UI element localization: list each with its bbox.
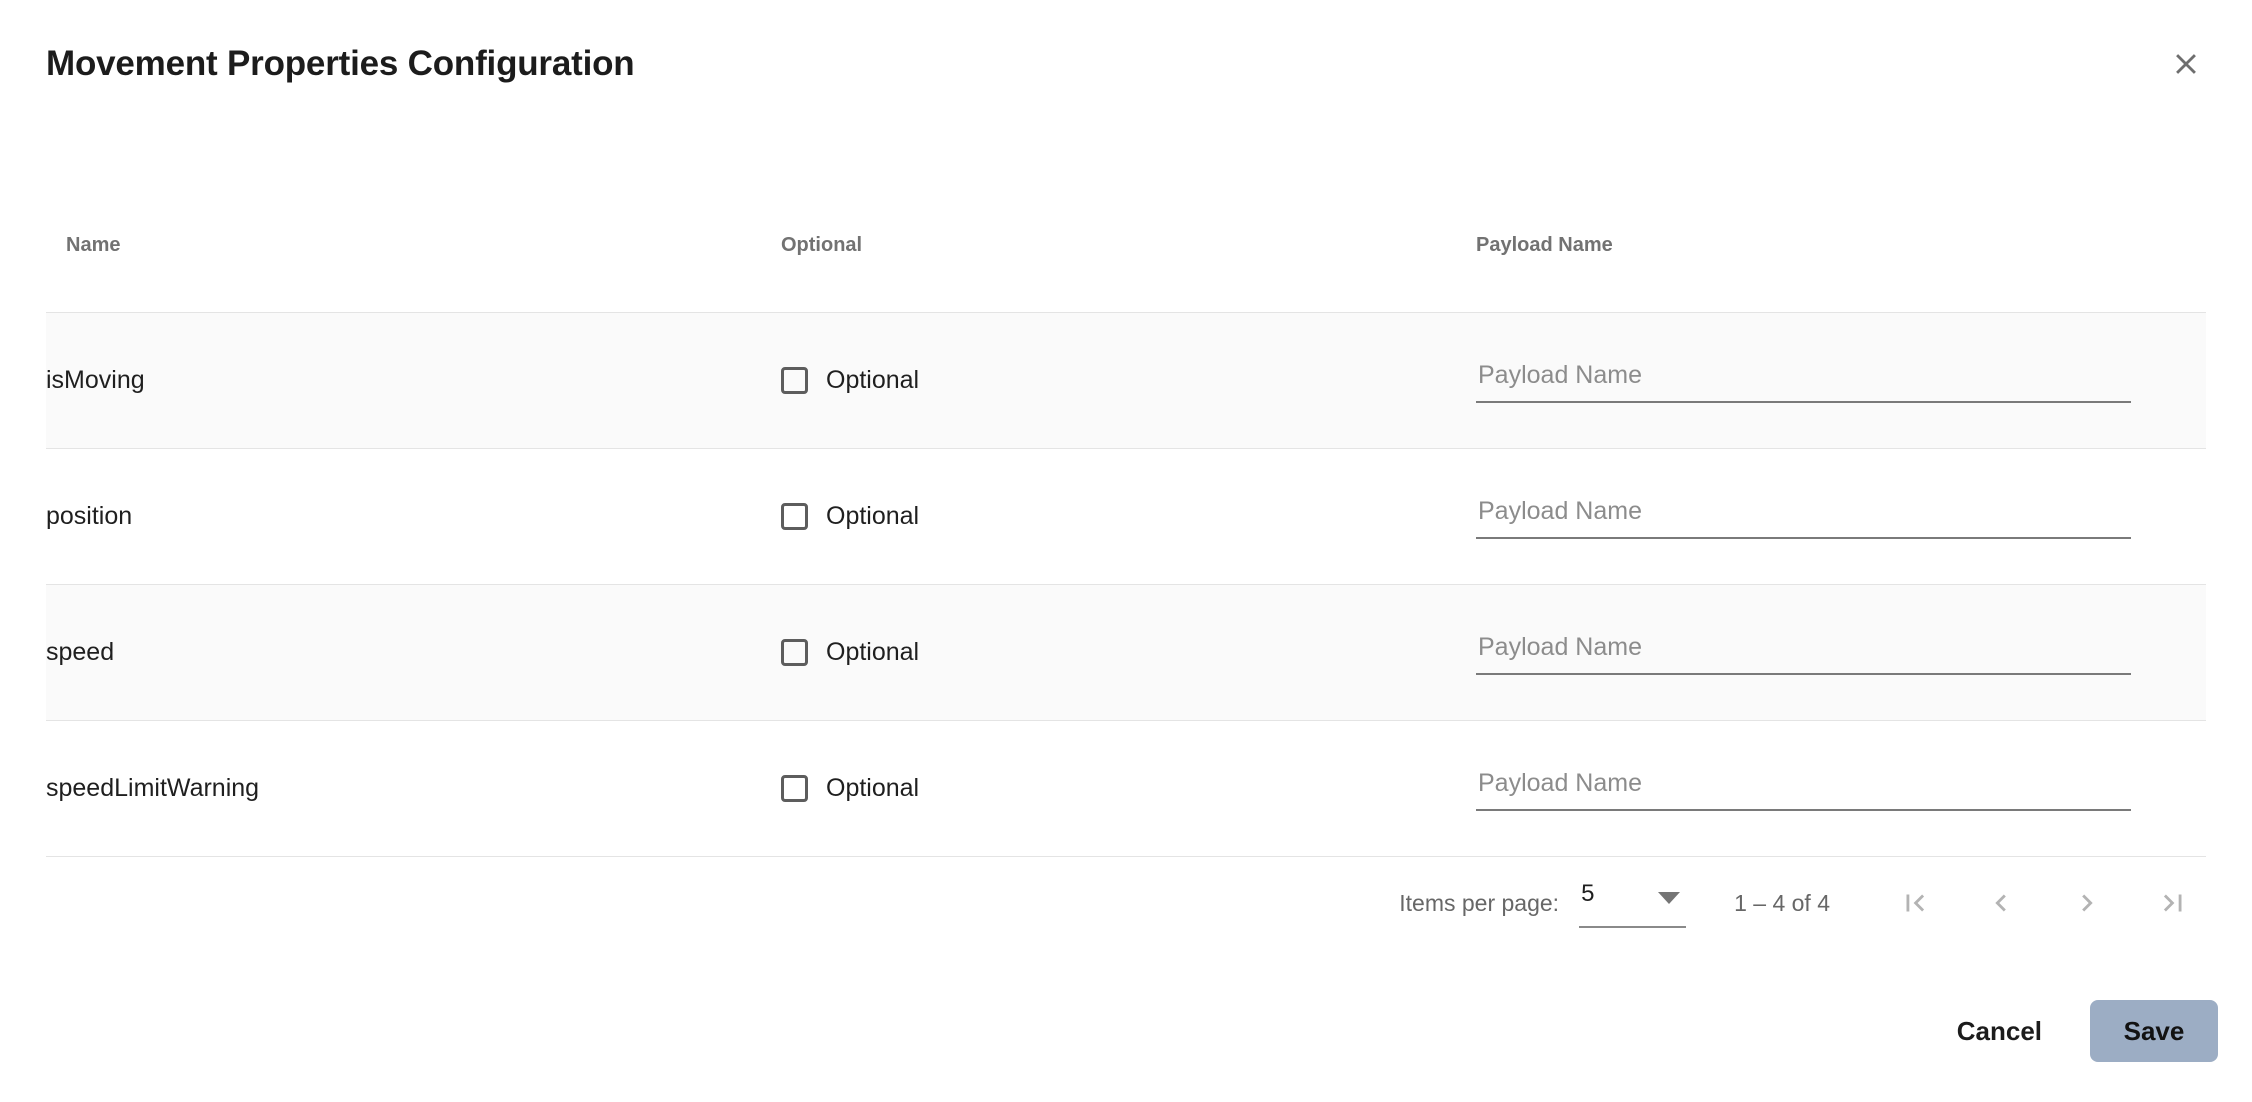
input-underline <box>1476 537 2131 539</box>
close-button[interactable] <box>2160 38 2212 90</box>
page-range-label: 1 – 4 of 4 <box>1734 889 1830 916</box>
payload-name-input[interactable] <box>1476 757 2131 809</box>
table-row: speed Optional <box>46 584 2206 720</box>
payload-name-input[interactable] <box>1476 485 2131 537</box>
optional-checkbox-field[interactable]: Optional <box>781 774 919 803</box>
optional-checkbox-label: Optional <box>826 501 920 530</box>
next-page-button[interactable] <box>2056 872 2118 934</box>
input-underline <box>1476 673 2131 675</box>
items-per-page-group: Items per page: 5 <box>1399 878 1687 928</box>
page-title: Movement Properties Configuration <box>46 44 635 83</box>
cancel-button[interactable]: Cancel <box>1931 1000 2068 1062</box>
optional-checkbox[interactable] <box>781 774 808 802</box>
input-underline <box>1476 809 2131 811</box>
properties-table-container: Name Optional Payload Name isMoving Opti… <box>46 213 2206 857</box>
property-name-cell: speed <box>46 637 115 666</box>
optional-checkbox[interactable] <box>781 366 808 394</box>
chevron-down-icon <box>1658 892 1681 904</box>
chevron-right-icon <box>2070 886 2104 920</box>
chevron-left-icon <box>1984 886 2018 920</box>
optional-checkbox-label: Optional <box>826 637 920 666</box>
payload-name-cell <box>1476 720 2206 856</box>
column-header-payload-name: Payload Name <box>1476 213 2206 313</box>
payload-name-field <box>1476 621 2131 683</box>
optional-cell: Optional <box>781 584 1476 720</box>
property-name-cell: isMoving <box>46 365 145 394</box>
column-header-optional: Optional <box>781 213 1476 313</box>
pagination-nav <box>1884 872 2204 934</box>
payload-name-field <box>1476 757 2131 819</box>
save-button[interactable]: Save <box>2090 1000 2218 1062</box>
property-name-cell: speedLimitWarning <box>46 773 260 802</box>
items-per-page-label: Items per page: <box>1399 889 1560 916</box>
optional-cell: Optional <box>781 720 1476 856</box>
first-page-button[interactable] <box>1884 872 1946 934</box>
dialog-header: Movement Properties Configuration <box>0 0 2252 128</box>
table-header-row: Name Optional Payload Name <box>46 213 2206 313</box>
table-row: speedLimitWarning Optional <box>46 720 2206 856</box>
payload-name-field <box>1476 485 2131 547</box>
optional-checkbox-field[interactable]: Optional <box>781 502 919 531</box>
payload-name-cell <box>1476 584 2206 720</box>
optional-cell: Optional <box>781 448 1476 584</box>
property-name-cell: position <box>46 501 133 530</box>
items-per-page-value: 5 <box>1581 880 1595 907</box>
optional-checkbox[interactable] <box>781 502 808 530</box>
paginator: Items per page: 5 1 – 4 of 4 <box>46 858 2206 948</box>
payload-name-input[interactable] <box>1476 349 2131 401</box>
payload-name-input[interactable] <box>1476 621 2131 673</box>
movement-properties-dialog: Movement Properties Configuration Name O… <box>0 0 2252 1102</box>
table-row: isMoving Optional <box>46 312 2206 448</box>
optional-checkbox-label: Optional <box>826 365 920 394</box>
items-per-page-select[interactable]: 5 <box>1579 878 1687 928</box>
last-page-icon <box>2156 886 2190 920</box>
input-underline <box>1476 401 2131 403</box>
payload-name-cell <box>1476 312 2206 448</box>
payload-name-field <box>1476 349 2131 411</box>
properties-table: Name Optional Payload Name isMoving Opti… <box>46 213 2206 857</box>
optional-checkbox-field[interactable]: Optional <box>781 638 919 667</box>
table-row: position Optional <box>46 448 2206 584</box>
payload-name-cell <box>1476 448 2206 584</box>
previous-page-button[interactable] <box>1970 872 2032 934</box>
dialog-actions: Cancel Save <box>1931 1000 2218 1062</box>
column-header-name: Name <box>46 213 781 313</box>
close-icon <box>2169 47 2203 81</box>
optional-checkbox-label: Optional <box>826 773 920 802</box>
last-page-button[interactable] <box>2142 872 2204 934</box>
optional-checkbox-field[interactable]: Optional <box>781 366 919 395</box>
optional-cell: Optional <box>781 312 1476 448</box>
table-body: isMoving Optional Payload Name position … <box>46 312 2206 856</box>
optional-checkbox[interactable] <box>781 638 808 666</box>
first-page-icon <box>1898 886 1932 920</box>
